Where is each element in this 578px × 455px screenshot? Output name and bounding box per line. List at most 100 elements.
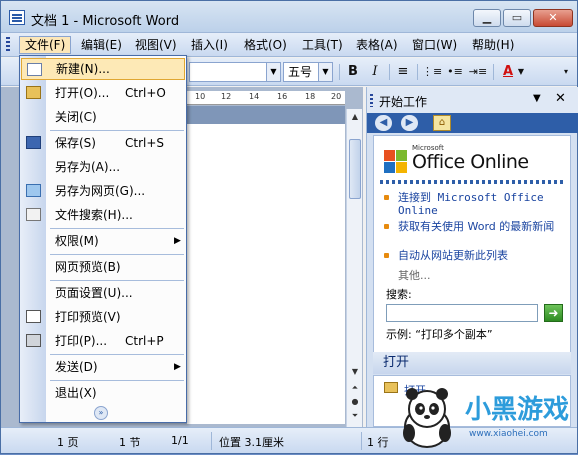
open-section-header: 打开 xyxy=(373,352,571,374)
file-search-icon xyxy=(26,208,41,221)
scroll-up-icon[interactable]: ▲ xyxy=(348,110,362,124)
menu-item-close[interactable]: 关闭(C) xyxy=(21,106,185,128)
menu-item-label: 页面设置(U)... xyxy=(55,286,133,300)
menu-format[interactable]: 格式(O) xyxy=(239,36,292,54)
maximize-button[interactable]: ▭ xyxy=(503,9,531,27)
toolbar-options-icon[interactable]: ▾ xyxy=(561,63,571,81)
bold-icon[interactable]: B xyxy=(343,63,363,81)
menubar-grip-icon[interactable] xyxy=(6,37,10,53)
toolbar-separator xyxy=(417,64,418,80)
menu-item-label: 另存为(A)... xyxy=(55,160,121,174)
task-pane-title: 开始工作 xyxy=(379,95,428,109)
window-title: 文档 1 - Microsoft Word xyxy=(31,14,180,29)
search-go-icon[interactable]: ➜ xyxy=(544,304,563,322)
menu-item-new[interactable]: 新建(N)... xyxy=(21,58,185,80)
more-link[interactable]: 其他... xyxy=(398,267,431,283)
menu-item-file-search[interactable]: 文件搜索(H)... xyxy=(21,204,185,226)
menu-help[interactable]: 帮助(H) xyxy=(467,36,519,54)
italic-icon[interactable]: I xyxy=(365,63,385,81)
minimize-button[interactable]: ▁ xyxy=(473,9,501,27)
document-page[interactable] xyxy=(187,124,345,424)
menu-insert[interactable]: 插入(I) xyxy=(186,36,233,54)
menu-item-print-preview[interactable]: 打印预览(V) xyxy=(21,306,185,328)
bullet-list-icon[interactable]: •≡ xyxy=(445,63,465,81)
menu-item-permission[interactable]: 权限(M) ▶ xyxy=(21,230,185,252)
back-icon[interactable]: ◀ xyxy=(375,115,392,131)
scroll-down-icon[interactable]: ▼ xyxy=(348,365,362,379)
status-page: 1 页 xyxy=(57,436,79,449)
chevron-down-icon[interactable]: ▼ xyxy=(516,63,526,81)
status-page-of: 1/1 xyxy=(171,434,189,447)
ruler-tick: 16 xyxy=(277,92,288,101)
panda-mascot-icon xyxy=(403,388,451,448)
task-pane-close-icon[interactable]: ✕ xyxy=(555,91,566,106)
watermark-url: www.xiaohei.com xyxy=(469,429,548,439)
menu-file[interactable]: 文件(F) xyxy=(19,36,72,54)
print-preview-icon xyxy=(26,310,41,323)
status-separator xyxy=(361,432,362,450)
font-color-icon[interactable]: A xyxy=(498,63,518,81)
search-label: 搜索: xyxy=(386,288,412,301)
font-name-combo[interactable]: ▼ xyxy=(189,62,281,82)
bullet-icon xyxy=(384,253,389,258)
task-pane-nav: ◀ ▶ ⌂ xyxy=(367,113,578,133)
save-icon xyxy=(26,136,41,149)
next-page-icon[interactable]: ⏷ xyxy=(348,409,362,423)
menu-item-shortcut: Ctrl+P xyxy=(125,334,164,348)
link-latest-news[interactable]: 获取有关使用 Word 的最新新闻 xyxy=(398,220,566,233)
divider xyxy=(380,180,564,184)
menu-edit[interactable]: 编辑(E) xyxy=(76,36,127,54)
word-app-icon[interactable] xyxy=(9,10,25,25)
menu-item-save[interactable]: 保存(S) Ctrl+S xyxy=(21,132,185,154)
ruler-tick: 20 xyxy=(331,92,342,101)
menu-bar: 文件(F) 编辑(E) 视图(V) 插入(I) 格式(O) 工具(T) 表格(A… xyxy=(1,33,577,57)
chevron-down-icon[interactable]: ▼ xyxy=(266,63,280,81)
horizontal-ruler[interactable]: 10 12 14 16 18 20 xyxy=(187,91,345,105)
home-icon[interactable]: ⌂ xyxy=(433,115,451,131)
task-pane-grip-icon[interactable] xyxy=(370,94,373,107)
menu-item-exit[interactable]: 退出(X) xyxy=(21,382,185,404)
scroll-thumb[interactable] xyxy=(349,139,361,199)
menu-item-send[interactable]: 发送(D) ▶ xyxy=(21,356,185,378)
previous-page-icon[interactable]: ⏶ xyxy=(348,381,362,395)
menu-item-open[interactable]: 打开(O)... Ctrl+O xyxy=(21,82,185,104)
menu-table[interactable]: 表格(A) xyxy=(351,36,403,54)
expand-menu-icon[interactable]: » xyxy=(94,406,108,420)
menu-item-page-setup[interactable]: 页面设置(U)... xyxy=(21,282,185,304)
vertical-scrollbar[interactable]: ▲ ▼ ⏶ ● ⏷ xyxy=(346,109,362,427)
menu-view[interactable]: 视图(V) xyxy=(130,36,182,54)
menu-tools[interactable]: 工具(T) xyxy=(297,36,348,54)
menu-item-label: 保存(S) xyxy=(55,136,96,150)
menu-separator xyxy=(50,254,184,255)
toolbar-separator xyxy=(389,64,390,80)
ruler-tick: 10 xyxy=(195,92,206,101)
forward-icon[interactable]: ▶ xyxy=(401,115,418,131)
chevron-down-icon[interactable]: ▼ xyxy=(318,63,332,81)
search-input[interactable] xyxy=(386,304,538,322)
link-auto-update[interactable]: 自动从网站更新此列表 xyxy=(398,249,566,262)
word-window: 文档 1 - Microsoft Word ▁ ▭ ✕ 文件(F) 编辑(E) … xyxy=(0,0,578,454)
menu-item-label: 网页预览(B) xyxy=(55,260,121,274)
menu-item-label: 打印(P)... xyxy=(55,334,108,348)
menu-item-print[interactable]: 打印(P)... Ctrl+P xyxy=(21,330,185,352)
menu-item-save-as-web[interactable]: 另存为网页(G)... xyxy=(21,180,185,202)
office-online-logo[interactable]: Microsoft Office Online xyxy=(382,144,564,178)
menu-item-save-as[interactable]: 另存为(A)... xyxy=(21,156,185,178)
status-position: 位置 3.1厘米 xyxy=(219,436,284,449)
menu-separator xyxy=(50,228,184,229)
numbered-list-icon[interactable]: ⋮≡ xyxy=(422,63,442,81)
menu-item-label: 另存为网页(G)... xyxy=(55,184,146,198)
browse-object-icon[interactable]: ● xyxy=(348,395,362,409)
font-size-value: 五号 xyxy=(288,65,313,79)
indent-icon[interactable]: ⇥≡ xyxy=(468,63,488,81)
link-connect-office-online[interactable]: 连接到 Microsoft Office Online xyxy=(398,191,566,217)
ruler-tick: 18 xyxy=(305,92,316,101)
align-center-icon[interactable]: ≡ xyxy=(393,63,413,81)
menu-window[interactable]: 窗口(W) xyxy=(407,36,462,54)
menu-item-web-preview[interactable]: 网页预览(B) xyxy=(21,256,185,278)
task-pane-menu-icon[interactable]: ▼ xyxy=(533,93,541,104)
menu-item-label: 发送(D) xyxy=(55,360,98,374)
close-button[interactable]: ✕ xyxy=(533,9,573,27)
font-size-combo[interactable]: 五号 ▼ xyxy=(283,62,333,82)
file-menu: 新建(N)... 打开(O)... Ctrl+O 关闭(C) 保存(S) Ctr… xyxy=(19,55,187,423)
